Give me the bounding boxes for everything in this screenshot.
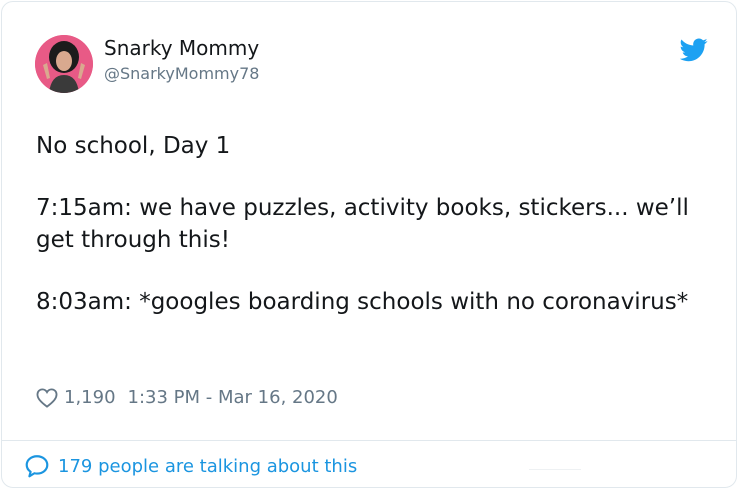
tweet-paragraph: 7:15am: we have puzzles, activity books,…	[36, 195, 689, 253]
tweet-text: No school, Day 1 7:15am: we have puzzles…	[36, 130, 716, 318]
divider	[2, 440, 736, 441]
author-handle[interactable]: @SnarkyMommy78	[104, 64, 259, 84]
tweet-paragraph: 8:03am: *googles boarding schools with n…	[36, 289, 689, 315]
tweet-paragraph: No school, Day 1	[36, 133, 231, 159]
speech-bubble-icon	[25, 455, 49, 478]
tweet-timestamp[interactable]: 1:33 PM - Mar 16, 2020	[128, 387, 338, 408]
avatar-portrait-icon	[35, 35, 93, 93]
divider	[529, 469, 581, 470]
tweet-card: Snarky Mommy @SnarkyMommy78 No school, D…	[1, 1, 737, 488]
conversation-link[interactable]: 179 people are talking about this	[24, 454, 357, 478]
author-name[interactable]: Snarky Mommy	[104, 36, 259, 60]
like-count[interactable]: 1,190	[64, 387, 116, 408]
twitter-bird-icon[interactable]	[680, 38, 708, 62]
avatar[interactable]	[35, 35, 93, 93]
tweet-meta: 1,190 1:33 PM - Mar 16, 2020	[36, 387, 338, 408]
heart-outline-icon[interactable]	[36, 387, 58, 408]
conversation-link-label: 179 people are talking about this	[58, 455, 358, 477]
